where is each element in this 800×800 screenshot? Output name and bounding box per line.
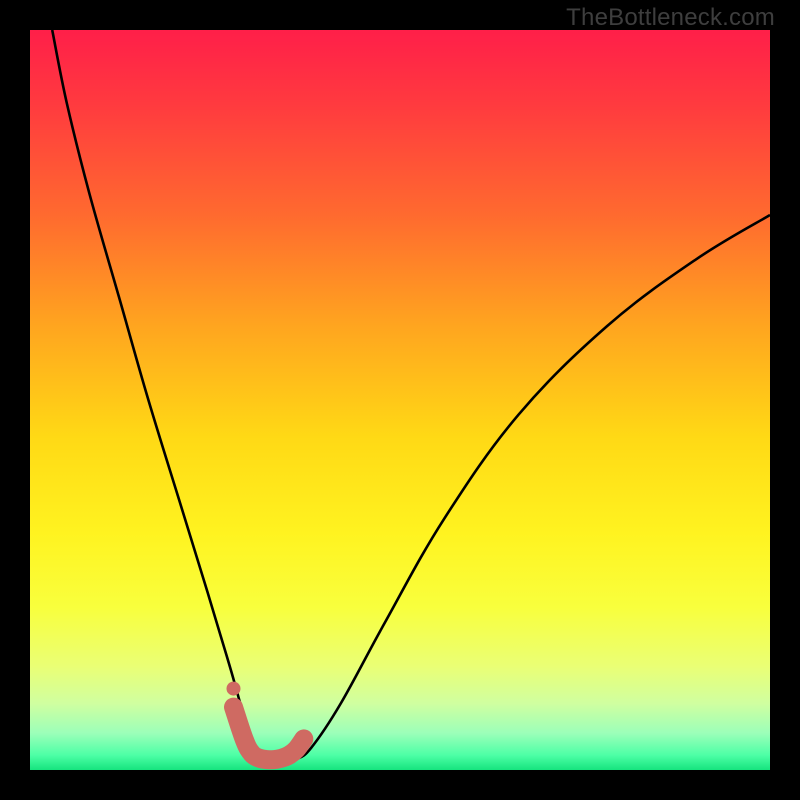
marker-dot	[227, 682, 241, 696]
plot-area	[30, 30, 770, 770]
highlight-markers	[227, 682, 304, 760]
chart-overlay	[30, 30, 770, 770]
outer-frame: TheBottleneck.com	[0, 0, 800, 800]
marker-band	[234, 707, 304, 760]
watermark-text: TheBottleneck.com	[566, 4, 775, 32]
bottleneck-curve	[52, 30, 770, 761]
